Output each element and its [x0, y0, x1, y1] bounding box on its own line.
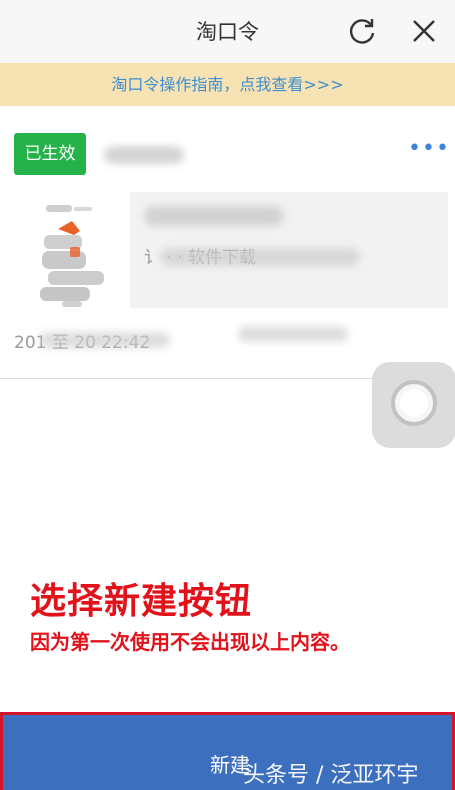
redacted-preview-title	[144, 206, 284, 226]
guide-banner[interactable]: 淘口令操作指南，点我查看>>>	[0, 63, 455, 106]
product-thumbnail	[40, 205, 104, 307]
content-preview[interactable]: 讠 · · 软件下载	[130, 192, 448, 308]
watermark-text: 头条号 / 泛亚环宇	[243, 763, 419, 788]
more-dots-icon[interactable]: •••	[408, 136, 450, 161]
annotation-subtitle: 因为第一次使用不会出现以上内容。	[30, 630, 350, 654]
status-badge: 已生效	[14, 133, 86, 175]
redacted-preview-text	[160, 248, 360, 266]
refresh-icon[interactable]	[346, 15, 378, 47]
assistive-touch-center	[400, 389, 428, 417]
annotation-title: 选择新建按钮	[30, 581, 253, 622]
redacted-end-date	[238, 326, 348, 342]
page-title: 淘口令	[196, 20, 259, 44]
token-card[interactable]: 已生效 ••• 讠 · · 软件下载 201 至 20 22:42	[0, 106, 455, 379]
close-icon[interactable]	[409, 15, 439, 47]
redacted-title	[104, 146, 184, 164]
assistive-touch-icon[interactable]	[372, 362, 455, 448]
top-navigation-bar: 淘口令	[0, 0, 455, 64]
redacted-start-date	[40, 332, 170, 348]
new-button[interactable]: 新建 头条号 / 泛亚环宇	[0, 712, 455, 790]
